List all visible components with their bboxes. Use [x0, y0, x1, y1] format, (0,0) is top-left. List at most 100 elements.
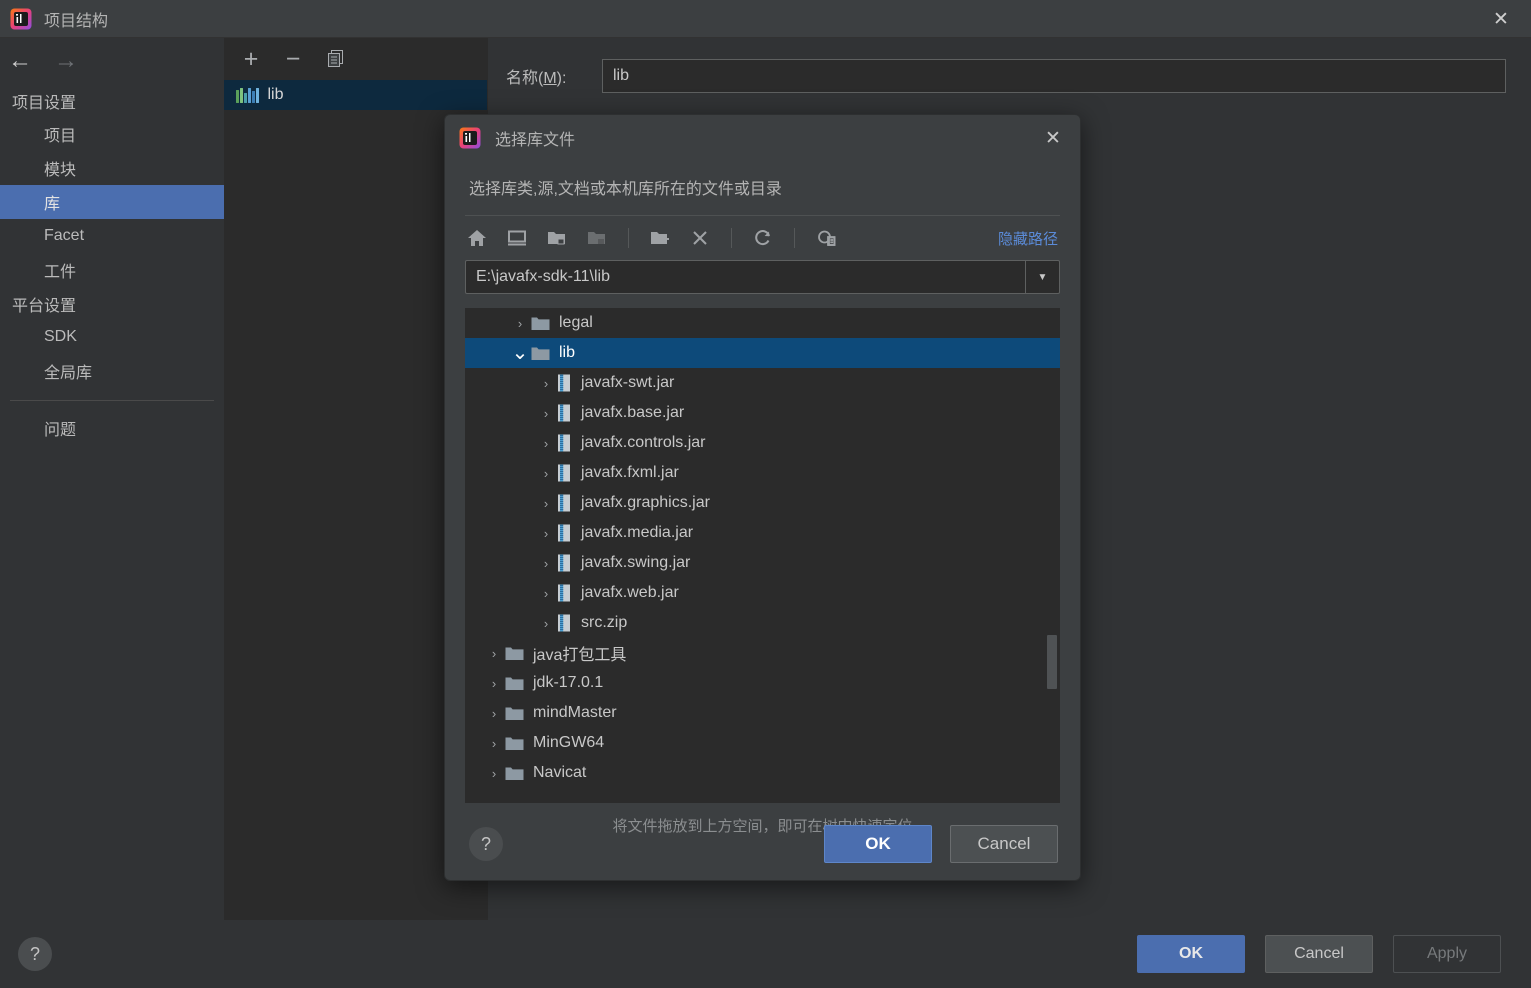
tree-row[interactable]: › javafx.fxml.jar [465, 458, 1060, 488]
chevron-right-icon[interactable]: › [535, 586, 557, 601]
tree-row[interactable]: › src.zip [465, 608, 1060, 638]
tree-row-label: javafx.controls.jar [581, 434, 706, 451]
tree-row[interactable]: › jdk-17.0.1 [465, 668, 1060, 698]
folder-icon [505, 736, 533, 751]
tree-row[interactable]: › Navicat [465, 758, 1060, 788]
sidebar-item-sdks[interactable]: SDK [0, 320, 224, 354]
folder-icon [531, 346, 559, 361]
help-button[interactable]: ? [18, 937, 52, 971]
tree-row[interactable]: › mindMaster [465, 698, 1060, 728]
modal-help-button[interactable]: ? [469, 827, 503, 861]
tree-scrollbar[interactable] [1046, 308, 1058, 803]
tree-row[interactable]: › javafx.controls.jar [465, 428, 1060, 458]
library-icon [236, 87, 259, 103]
desktop-icon[interactable] [505, 226, 529, 250]
chevron-right-icon[interactable]: › [483, 646, 505, 661]
modal-footer: ? OK Cancel [445, 808, 1080, 880]
collapse-folder-icon[interactable] [545, 226, 569, 250]
tree-row-label: javafx.swing.jar [581, 554, 691, 571]
tree-row[interactable]: › javafx.graphics.jar [465, 488, 1060, 518]
show-hidden-icon[interactable] [814, 226, 838, 250]
tree-row-label: lib [559, 344, 576, 361]
chevron-right-icon[interactable]: › [483, 766, 505, 781]
sidebar-item-project[interactable]: 项目 [0, 117, 224, 151]
toolbar-separator [794, 228, 795, 248]
chevron-right-icon[interactable]: › [535, 496, 557, 511]
expand-folder-icon [585, 226, 609, 250]
tree-row-label: javafx.web.jar [581, 584, 679, 601]
modal-close-icon[interactable]: ✕ [1040, 125, 1066, 151]
sidebar-item-facets[interactable]: Facet [0, 219, 224, 253]
copy-library-icon[interactable] [324, 48, 346, 70]
jar-file-icon [557, 524, 581, 542]
chevron-right-icon[interactable]: › [535, 466, 557, 481]
delete-icon[interactable] [688, 226, 712, 250]
new-folder-icon[interactable] [648, 226, 672, 250]
sidebar-item-modules[interactable]: 模块 [0, 151, 224, 185]
chevron-right-icon[interactable]: › [509, 316, 531, 331]
file-tree-rows: › legal ⌄ lib › javafx-swt.jar › javafx.base.ja… [465, 308, 1060, 788]
tree-row[interactable]: › javafx-swt.jar [465, 368, 1060, 398]
close-icon[interactable]: ✕ [1471, 0, 1531, 38]
tree-row-label: javafx.fxml.jar [581, 464, 679, 481]
tree-row[interactable]: › javafx.base.jar [465, 398, 1060, 428]
tree-row-label: MinGW64 [533, 734, 605, 751]
file-tree[interactable]: › legal ⌄ lib › javafx-swt.jar › javafx.base.ja… [465, 308, 1060, 803]
chevron-right-icon[interactable]: › [535, 526, 557, 541]
library-list-item-lib[interactable]: lib [224, 80, 487, 110]
modal-ok-button[interactable]: OK [824, 825, 932, 863]
path-combobox[interactable]: E:\javafx-sdk-11\lib ▼ [465, 260, 1060, 294]
chevron-right-icon[interactable]: › [483, 676, 505, 691]
path-value[interactable]: E:\javafx-sdk-11\lib [466, 261, 1025, 293]
chevron-right-icon[interactable]: › [483, 706, 505, 721]
forward-arrow-icon[interactable]: → [54, 49, 78, 73]
tree-row[interactable]: ⌄ lib [465, 338, 1060, 368]
tree-row-label: javafx-swt.jar [581, 374, 675, 391]
sidebar-item-global-libraries[interactable]: 全局库 [0, 354, 224, 388]
toolbar-separator [628, 228, 629, 248]
add-library-icon[interactable]: + [240, 46, 262, 71]
chevron-right-icon[interactable]: › [535, 376, 557, 391]
jar-file-icon [557, 614, 581, 632]
ok-button[interactable]: OK [1137, 935, 1245, 973]
tree-scrollbar-thumb[interactable] [1047, 635, 1057, 689]
sidebar-group-platform-settings: 平台设置 [12, 297, 77, 315]
tree-row-label: mindMaster [533, 704, 617, 721]
chevron-right-icon[interactable]: › [535, 616, 557, 631]
sidebar-item-problems[interactable]: 问题 [0, 411, 224, 445]
remove-library-icon[interactable]: − [282, 46, 304, 71]
chevron-right-icon[interactable]: › [535, 556, 557, 571]
tree-row[interactable]: › MinGW64 [465, 728, 1060, 758]
chevron-right-icon[interactable]: › [483, 736, 505, 751]
settings-sidebar: ← → 项目设置 项目 模块 库 Facet 工件 平台设置 SDK 全局库 问… [0, 38, 224, 938]
tree-row[interactable]: › java打包工具 [465, 638, 1060, 668]
window-title: 项目结构 [44, 12, 109, 30]
tree-row[interactable]: › javafx.media.jar [465, 518, 1060, 548]
apply-button[interactable]: Apply [1393, 935, 1501, 973]
tree-row[interactable]: › javafx.web.jar [465, 578, 1060, 608]
folder-icon [505, 766, 533, 781]
sidebar-item-libraries[interactable]: 库 [0, 185, 224, 219]
tree-row[interactable]: › javafx.swing.jar [465, 548, 1060, 578]
name-input[interactable] [602, 59, 1506, 93]
library-toolbar: + − [224, 38, 487, 80]
sidebar-item-artifacts[interactable]: 工件 [0, 253, 224, 287]
navigation-arrows: ← → [0, 38, 224, 84]
toolbar-separator [731, 228, 732, 248]
chevron-down-icon[interactable]: ▼ [1025, 261, 1059, 293]
modal-description: 选择库类,源,文档或本机库所在的文件或目录 [469, 181, 782, 198]
modal-cancel-button[interactable]: Cancel [950, 825, 1058, 863]
chevron-down-icon[interactable]: ⌄ [509, 343, 531, 363]
folder-icon [505, 676, 533, 691]
chevron-right-icon[interactable]: › [535, 436, 557, 451]
chevron-right-icon[interactable]: › [535, 406, 557, 421]
hide-path-link[interactable]: 隐藏路径 [998, 228, 1058, 249]
folder-icon [505, 646, 533, 661]
path-row: E:\javafx-sdk-11\lib ▼ [445, 260, 1080, 294]
back-arrow-icon[interactable]: ← [8, 49, 32, 73]
home-icon[interactable] [465, 226, 489, 250]
refresh-icon[interactable] [751, 226, 775, 250]
tree-row[interactable]: › legal [465, 308, 1060, 338]
jar-file-icon [557, 554, 581, 572]
cancel-button[interactable]: Cancel [1265, 935, 1373, 973]
